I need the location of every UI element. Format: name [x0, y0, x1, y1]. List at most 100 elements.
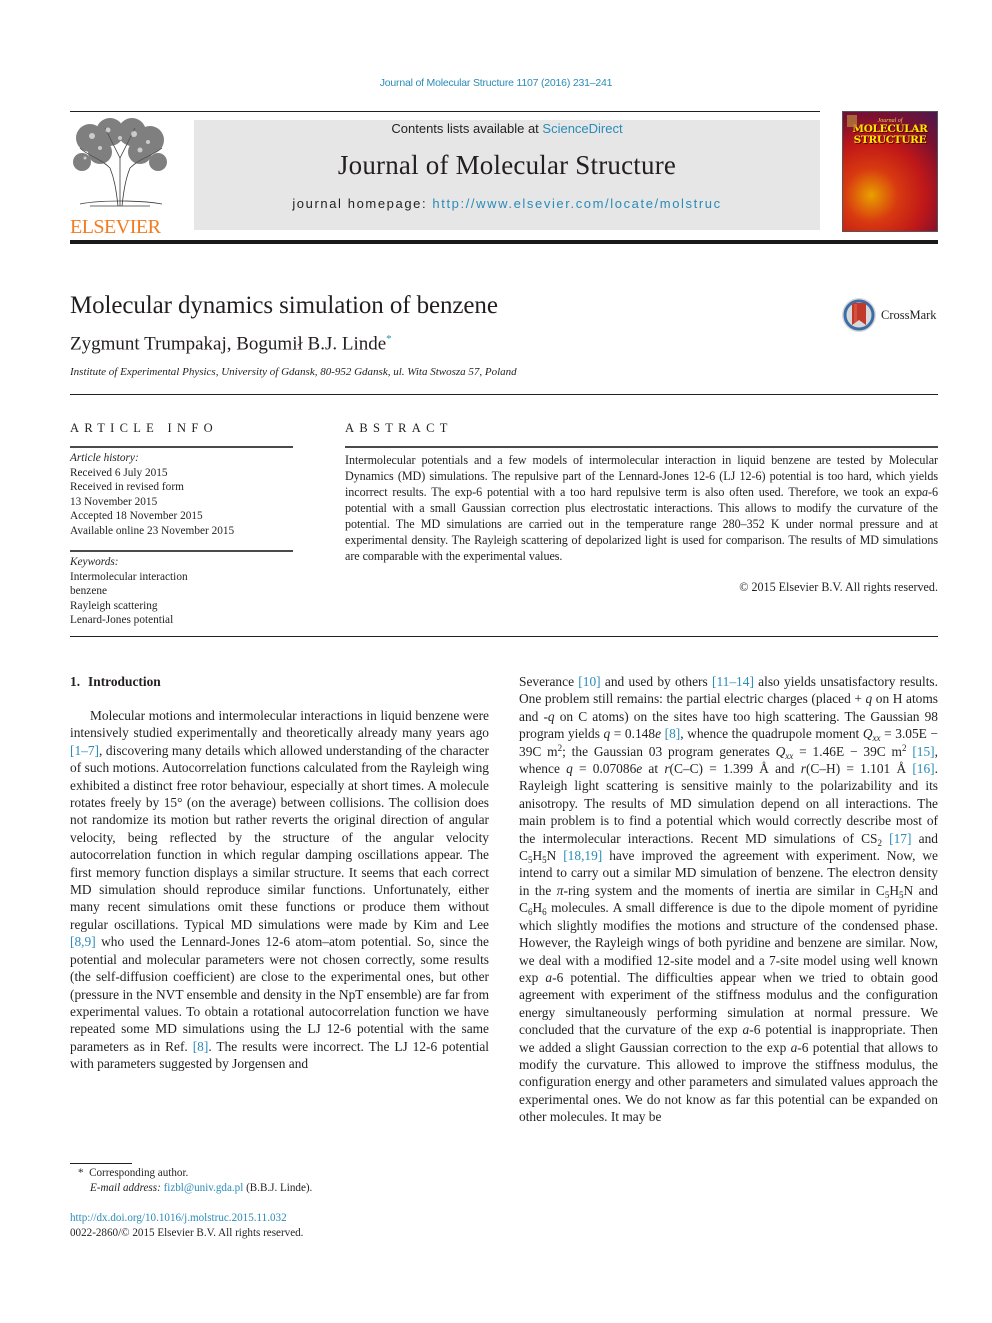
- reference-link[interactable]: [11–14]: [712, 674, 754, 689]
- section-number: 1.: [70, 674, 81, 689]
- reference-link[interactable]: [15]: [912, 744, 934, 759]
- footnotes: * Corresponding author. E-mail address: …: [78, 1166, 312, 1196]
- history-item: Received in revised form: [70, 481, 184, 493]
- corresponding-author-mark[interactable]: *: [386, 333, 392, 345]
- body-text: = 1.46E − 39C m: [793, 743, 902, 759]
- title-divider: [70, 394, 938, 395]
- reference-link[interactable]: [17]: [889, 831, 911, 846]
- body-text: -ring system and the moments of inertia …: [563, 882, 885, 898]
- sciencedirect-link[interactable]: ScienceDirect: [542, 121, 622, 136]
- elsevier-logo[interactable]: ELSEVIER: [70, 118, 172, 238]
- cover-publisher-icon: [847, 115, 857, 127]
- abstract-copyright: © 2015 Elsevier B.V. All rights reserved…: [739, 580, 938, 594]
- abstract-text: Intermolecular potentials and a few mode…: [345, 453, 938, 499]
- header-divider: [70, 111, 820, 112]
- doi-link[interactable]: http://dx.doi.org/10.1016/j.molstruc.201…: [70, 1212, 287, 1224]
- email-label: E-mail address:: [90, 1182, 161, 1194]
- keywords: Keywords: Intermolecular interaction ben…: [70, 555, 188, 628]
- header-thick-rule: [70, 240, 938, 244]
- elsevier-tree-icon: [73, 118, 167, 207]
- article-info-rule: [70, 446, 293, 448]
- body-column-right: Severance [10] and used by others [11–14…: [519, 673, 938, 1126]
- homepage-line: journal homepage: http://www.elsevier.co…: [194, 196, 820, 211]
- body-text: Severance: [519, 674, 579, 689]
- reference-link[interactable]: [10]: [578, 674, 600, 689]
- article-history: Article history: Received 6 July 2015 Re…: [70, 451, 234, 538]
- footnote-mark: *: [78, 1167, 84, 1179]
- reference-link[interactable]: [8,9]: [70, 934, 96, 949]
- math-symbol: Q: [862, 726, 873, 742]
- contents-prefix: Contents lists available at: [391, 121, 543, 136]
- keyword-item: Lenard-Jones potential: [70, 614, 174, 626]
- footnote-rule: [70, 1163, 132, 1164]
- abstract-heading: ABSTRACT: [345, 421, 453, 435]
- email-link[interactable]: fizbl@univ.gda.pl: [164, 1182, 244, 1194]
- reference-link[interactable]: [8]: [193, 1039, 209, 1054]
- body-text: H: [889, 882, 899, 898]
- keyword-item: Rayleigh scattering: [70, 599, 158, 612]
- body-text: = 0.148: [610, 726, 656, 742]
- body-text: (C–C) = 1.399 Å and: [669, 761, 801, 777]
- homepage-prefix: journal homepage:: [292, 196, 433, 211]
- math-symbol: Q: [775, 743, 786, 759]
- intro-paragraph-continued: Severance [10] and used by others [11–14…: [519, 673, 938, 1126]
- math-subscript: xx: [872, 733, 881, 744]
- abstract-body: Intermolecular potentials and a few mode…: [345, 452, 938, 564]
- math-symbol: q: [566, 761, 573, 777]
- body-text: at: [642, 761, 665, 777]
- history-label: Article history:: [70, 452, 139, 464]
- corresponding-author-note: * Corresponding author.: [78, 1166, 312, 1181]
- reference-link[interactable]: [18,19]: [563, 848, 602, 863]
- body-text: H: [532, 900, 543, 916]
- keywords-rule: [70, 550, 293, 552]
- email-note: E-mail address: fizbl@univ.gda.pl (B.B.J…: [78, 1181, 312, 1196]
- author-list: Zygmunt Trumpakaj, Bogumił B.J. Linde*: [70, 333, 392, 355]
- article-title: Molecular dynamics simulation of benzene: [70, 292, 498, 319]
- section-heading-introduction: 1. Introduction: [70, 674, 161, 690]
- history-item: 13 November 2015: [70, 495, 158, 508]
- math-symbol: q: [547, 708, 555, 724]
- corresponding-text: Corresponding author.: [89, 1167, 189, 1179]
- keywords-label: Keywords:: [70, 556, 119, 568]
- journal-cover[interactable]: Journal of MOLECULAR STRUCTURE: [842, 111, 938, 232]
- affiliation: Institute of Experimental Physics, Unive…: [70, 366, 517, 378]
- body-text: ; the Gaussian 03 program generates: [562, 743, 776, 759]
- keyword-item: benzene: [70, 585, 108, 597]
- body-text: who used the Lennard-Jones 12-6 atom–ato…: [70, 934, 489, 1054]
- crossmark-button[interactable]: CrossMark: [841, 297, 941, 333]
- journal-citation-link[interactable]: Journal of Molecular Structure 1107 (201…: [0, 77, 992, 89]
- doi-block: http://dx.doi.org/10.1016/j.molstruc.201…: [70, 1211, 303, 1241]
- intro-paragraph: Molecular motions and intermolecular int…: [70, 707, 489, 1073]
- history-item: Accepted 18 November 2015: [70, 510, 203, 522]
- authors-text: Zygmunt Trumpakaj, Bogumił B.J. Linde: [70, 333, 387, 355]
- cover-title-line2: STRUCTURE: [853, 134, 927, 146]
- body-text: Molecular motions and intermolecular int…: [70, 708, 489, 741]
- homepage-link[interactable]: http://www.elsevier.com/locate/molstruc: [432, 196, 721, 211]
- journal-banner: Contents lists available at ScienceDirec…: [194, 120, 820, 230]
- journal-title: Journal of Molecular Structure: [337, 150, 677, 180]
- article-info-heading: ARTICLE INFO: [70, 421, 218, 435]
- body-text: H: [532, 848, 543, 864]
- body-text: (C–H) = 1.101 Å: [805, 761, 913, 777]
- body-text: N: [546, 848, 564, 864]
- crossmark-label: CrossMark: [881, 307, 937, 322]
- contents-line: Contents lists available at ScienceDirec…: [194, 121, 820, 136]
- math-symbol: π: [556, 882, 564, 898]
- body-text: and used by others: [600, 674, 712, 689]
- issn-copyright: 0022-2860/© 2015 Elsevier B.V. All right…: [70, 1227, 304, 1239]
- body-column-left: Molecular motions and intermolecular int…: [70, 707, 489, 1073]
- section-title: Introduction: [88, 674, 161, 689]
- abstract-rule: [345, 446, 938, 448]
- keyword-item: Intermolecular interaction: [70, 570, 188, 583]
- abstract-divider: [70, 636, 938, 637]
- body-text: , discovering many details which allowed…: [70, 742, 489, 932]
- email-owner: (B.B.J. Linde).: [243, 1182, 313, 1194]
- history-item: Received 6 July 2015: [70, 466, 168, 479]
- elsevier-wordmark: ELSEVIER: [70, 216, 161, 238]
- history-item: Available online 23 November 2015: [70, 524, 235, 537]
- reference-link[interactable]: [16]: [912, 761, 934, 776]
- crossmark-icon: [842, 298, 876, 332]
- body-text: , whence the quadrupole moment: [680, 726, 863, 742]
- reference-link[interactable]: [1–7]: [70, 743, 99, 758]
- reference-link[interactable]: [8]: [665, 726, 681, 741]
